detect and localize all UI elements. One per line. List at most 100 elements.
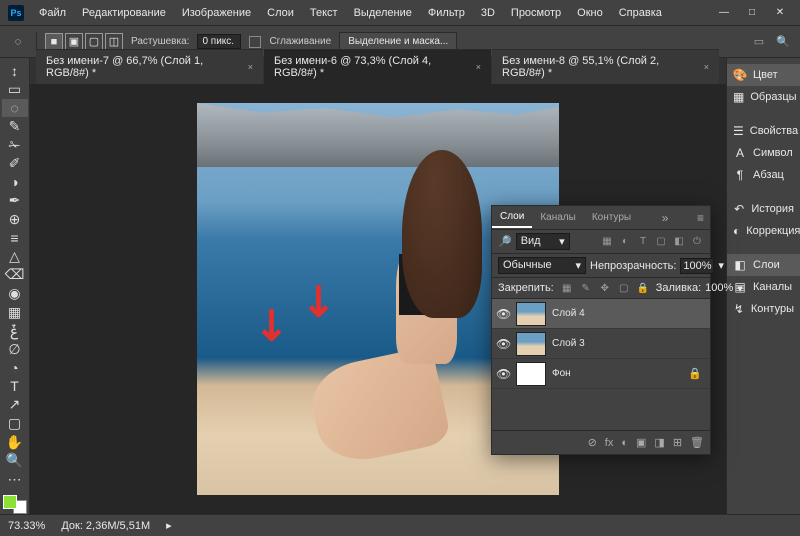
layer-action-icon[interactable]: ◐ bbox=[621, 437, 628, 449]
maximize-button[interactable]: □ bbox=[740, 4, 764, 22]
tool-button[interactable]: ▦ bbox=[2, 303, 28, 321]
layer-action-icon[interactable]: ▣ bbox=[636, 436, 646, 449]
layer-thumbnail[interactable] bbox=[516, 362, 546, 386]
tool-button[interactable]: ⌫ bbox=[2, 266, 28, 284]
panel-tab-Символ[interactable]: AСимвол bbox=[727, 142, 800, 164]
fill-input[interactable]: 100% bbox=[705, 282, 733, 294]
tool-button[interactable]: ▭ bbox=[2, 81, 28, 99]
layer-action-icon[interactable]: 🗑 bbox=[690, 436, 704, 449]
layer-row[interactable]: 👁Фон🔒 bbox=[492, 359, 710, 389]
tool-button[interactable]: ◔ bbox=[2, 359, 28, 377]
filter-toggle-icon[interactable]: ⏻ bbox=[690, 235, 704, 249]
tool-button[interactable]: ∅ bbox=[2, 340, 28, 358]
layer-row[interactable]: 👁 Слой 3 bbox=[492, 329, 710, 359]
status-arrow-icon[interactable]: ▸ bbox=[166, 519, 172, 532]
panel-toggle-icon[interactable]: ▭ bbox=[750, 33, 768, 51]
layer-name[interactable]: Слой 4 bbox=[552, 308, 585, 319]
search-icon[interactable]: 🔍 bbox=[774, 33, 792, 51]
layer-action-icon[interactable]: ⊘ bbox=[588, 436, 597, 449]
tab-layers[interactable]: Слои bbox=[492, 207, 532, 228]
panel-tab-Образцы[interactable]: ▦Образцы bbox=[727, 86, 800, 108]
panel-collapse-icon[interactable]: » bbox=[656, 211, 675, 225]
tab-channels[interactable]: Каналы bbox=[532, 208, 584, 227]
tool-button[interactable]: △ bbox=[2, 248, 28, 266]
doc-size[interactable]: Док: 2,36M/5,51M bbox=[61, 520, 150, 532]
filter-image-icon[interactable]: ▦ bbox=[600, 235, 614, 249]
panel-tab-Цвет[interactable]: 🎨Цвет bbox=[727, 64, 800, 86]
selection-add[interactable]: ▣ bbox=[65, 33, 83, 51]
minimize-button[interactable]: — bbox=[712, 4, 736, 22]
foreground-color[interactable] bbox=[3, 495, 17, 509]
menu-фильтр[interactable]: Фильтр bbox=[421, 4, 472, 22]
layer-row[interactable]: 👁 Слой 4 bbox=[492, 299, 710, 329]
layer-thumbnail[interactable] bbox=[516, 302, 546, 326]
close-icon[interactable]: × bbox=[248, 62, 253, 72]
panel-tab-История[interactable]: ↶История bbox=[727, 198, 800, 220]
selection-intersect[interactable]: ◫ bbox=[105, 33, 123, 51]
layer-action-icon[interactable]: ◨ bbox=[654, 436, 664, 449]
tab-paths[interactable]: Контуры bbox=[584, 208, 639, 227]
layer-action-icon[interactable]: fx bbox=[605, 437, 614, 449]
menu-просмотр[interactable]: Просмотр bbox=[504, 4, 568, 22]
layer-name[interactable]: Фон bbox=[552, 368, 571, 379]
panel-tab-Контуры[interactable]: ↯Контуры bbox=[727, 298, 800, 320]
document-tab[interactable]: Без имени-8 @ 55,1% (Слой 2, RGB/8#) *× bbox=[492, 49, 719, 84]
menu-изображение[interactable]: Изображение bbox=[175, 4, 258, 22]
tool-button[interactable]: ⊕ bbox=[2, 211, 28, 229]
tool-button[interactable]: ✐ bbox=[2, 155, 28, 173]
document-tab[interactable]: Без имени-7 @ 66,7% (Слой 1, RGB/8#) *× bbox=[36, 49, 263, 84]
panel-tab-Коррекция[interactable]: ◐Коррекция bbox=[727, 220, 800, 242]
visibility-icon[interactable]: 👁 bbox=[496, 367, 510, 381]
tool-button[interactable]: ✎ bbox=[2, 118, 28, 136]
lock-pixels-icon[interactable]: ▦ bbox=[560, 281, 574, 295]
menu-редактирование[interactable]: Редактирование bbox=[75, 4, 173, 22]
tool-button[interactable]: T bbox=[2, 378, 28, 396]
panel-tab-Свойства[interactable]: ☰Свойства bbox=[727, 120, 800, 142]
zoom-level[interactable]: 73.33% bbox=[8, 520, 45, 532]
selection-new[interactable]: ■ bbox=[45, 33, 63, 51]
panel-menu-icon[interactable]: ≡ bbox=[691, 211, 710, 225]
tool-button[interactable]: 🔍 bbox=[2, 452, 28, 470]
menu-файл[interactable]: Файл bbox=[32, 4, 73, 22]
menu-справка[interactable]: Справка bbox=[612, 4, 669, 22]
layer-action-icon[interactable]: ⊞ bbox=[673, 436, 682, 449]
tool-button[interactable]: ↕ bbox=[2, 62, 28, 80]
menu-слои[interactable]: Слои bbox=[260, 4, 301, 22]
layer-thumbnail[interactable] bbox=[516, 332, 546, 356]
menu-3d[interactable]: 3D bbox=[474, 4, 502, 22]
menu-выделение[interactable]: Выделение bbox=[347, 4, 419, 22]
filter-smart-icon[interactable]: ◧ bbox=[672, 235, 686, 249]
tool-button[interactable]: ▢ bbox=[2, 415, 28, 433]
filter-shape-icon[interactable]: ▢ bbox=[654, 235, 668, 249]
antialias-checkbox[interactable] bbox=[249, 36, 261, 48]
layers-panel[interactable]: Слои Каналы Контуры » ≡ 🔎 Вид▾ ▦ ◐ T ▢ ◧… bbox=[491, 205, 711, 455]
document-tab[interactable]: Без имени-6 @ 73,3% (Слой 4, RGB/8#) *× bbox=[264, 49, 491, 84]
selection-subtract[interactable]: ▢ bbox=[85, 33, 103, 51]
visibility-icon[interactable]: 👁 bbox=[496, 337, 510, 351]
filter-adjust-icon[interactable]: ◐ bbox=[618, 235, 632, 249]
lock-artboard-icon[interactable]: ▢ bbox=[617, 281, 631, 295]
close-icon[interactable]: × bbox=[476, 62, 481, 72]
layer-name[interactable]: Слой 3 bbox=[552, 338, 585, 349]
tool-button[interactable]: ≡ bbox=[2, 229, 28, 247]
feather-input[interactable]: 0 пикс. bbox=[197, 34, 241, 49]
tool-button[interactable]: ◉ bbox=[2, 285, 28, 303]
visibility-icon[interactable]: 👁 bbox=[496, 307, 510, 321]
tool-button[interactable]: ◌ bbox=[2, 99, 28, 117]
panel-tab-Абзац[interactable]: ¶Абзац bbox=[727, 164, 800, 186]
tool-button[interactable]: ↗ bbox=[2, 396, 28, 414]
tool-button[interactable]: ✋ bbox=[2, 433, 28, 451]
filter-type-select[interactable]: Вид▾ bbox=[516, 233, 570, 250]
color-swatches[interactable] bbox=[3, 495, 27, 514]
lock-move-icon[interactable]: ✥ bbox=[598, 281, 612, 295]
chevron-down-icon[interactable]: ▾ bbox=[737, 282, 743, 295]
tool-button[interactable]: ◑ bbox=[2, 173, 28, 191]
opacity-input[interactable]: 100% bbox=[680, 258, 714, 274]
tool-button[interactable]: ⋯ bbox=[2, 470, 28, 488]
blend-mode-select[interactable]: Обычные▾ bbox=[498, 257, 586, 274]
tool-button[interactable]: ✒ bbox=[2, 192, 28, 210]
filter-type-icon[interactable]: T bbox=[636, 235, 650, 249]
tool-button[interactable]: ✁ bbox=[2, 136, 28, 154]
close-icon[interactable]: × bbox=[704, 62, 709, 72]
menu-окно[interactable]: Окно bbox=[570, 4, 610, 22]
